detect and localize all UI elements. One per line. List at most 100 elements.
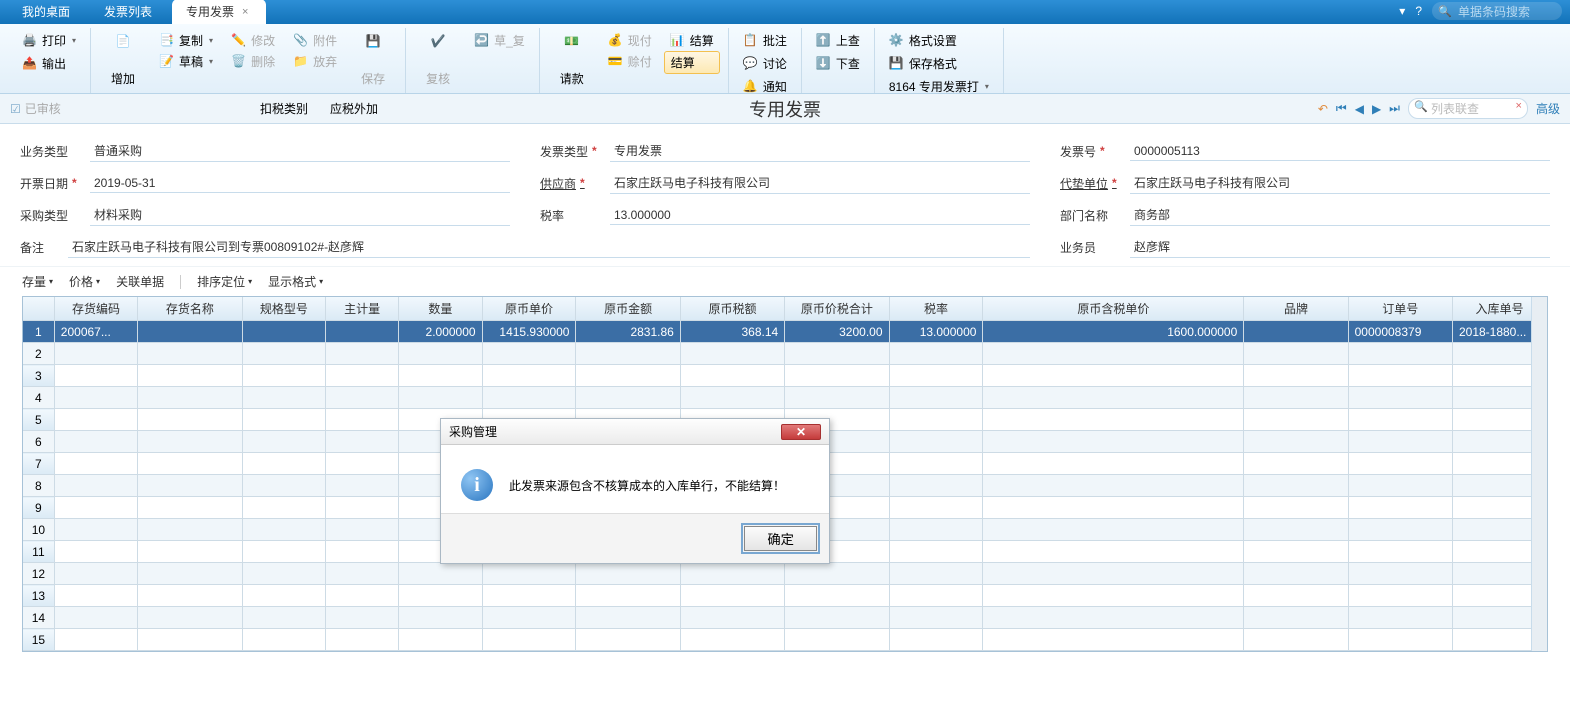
empty-cell[interactable] — [242, 475, 325, 497]
discuss-button[interactable]: 💬讨论 — [737, 53, 793, 74]
empty-cell[interactable] — [54, 497, 137, 519]
table-row[interactable]: 3 — [23, 365, 1547, 387]
header-order-no[interactable]: 订单号 — [1348, 297, 1452, 321]
sort-action[interactable]: 排序定位▾ — [197, 273, 252, 290]
empty-cell[interactable] — [576, 629, 680, 651]
header-total[interactable]: 原币价税合计 — [785, 297, 889, 321]
empty-cell[interactable] — [242, 409, 325, 431]
empty-cell[interactable] — [785, 607, 889, 629]
cell-tax-amount[interactable]: 368.14 — [680, 321, 784, 343]
empty-cell[interactable] — [138, 453, 242, 475]
empty-cell[interactable] — [242, 497, 325, 519]
empty-cell[interactable] — [138, 629, 242, 651]
empty-cell[interactable] — [889, 343, 983, 365]
empty-cell[interactable] — [983, 563, 1244, 585]
cell-name[interactable] — [138, 321, 242, 343]
empty-cell[interactable] — [326, 387, 399, 409]
empty-cell[interactable] — [983, 497, 1244, 519]
table-row[interactable]: 12 — [23, 563, 1547, 585]
dept-value[interactable]: 商务部 — [1130, 204, 1550, 226]
purchase-type-value[interactable]: 材料采购 — [90, 204, 510, 226]
empty-cell[interactable] — [242, 607, 325, 629]
clear-icon[interactable]: × — [1516, 100, 1522, 112]
header-unit[interactable]: 主计量 — [326, 297, 399, 321]
empty-cell[interactable] — [54, 563, 137, 585]
empty-cell[interactable] — [242, 585, 325, 607]
empty-cell[interactable] — [785, 343, 889, 365]
empty-cell[interactable] — [399, 563, 482, 585]
empty-cell[interactable] — [1348, 453, 1452, 475]
header-tax-unit-price[interactable]: 原币含税单价 — [983, 297, 1244, 321]
empty-cell[interactable] — [138, 607, 242, 629]
cell-total[interactable]: 3200.00 — [785, 321, 889, 343]
cell-spec[interactable] — [242, 321, 325, 343]
vertical-scrollbar[interactable] — [1531, 297, 1547, 651]
empty-cell[interactable] — [399, 343, 482, 365]
empty-cell[interactable] — [889, 629, 983, 651]
empty-cell[interactable] — [1244, 607, 1348, 629]
empty-cell[interactable] — [680, 607, 784, 629]
empty-cell[interactable] — [138, 541, 242, 563]
check-down-button[interactable]: ⬇️下查 — [810, 53, 866, 74]
empty-cell[interactable] — [889, 607, 983, 629]
empty-cell[interactable] — [399, 607, 482, 629]
table-row[interactable]: 14 — [23, 607, 1547, 629]
empty-cell[interactable] — [785, 629, 889, 651]
empty-cell[interactable] — [680, 343, 784, 365]
recheck-button[interactable]: ✔️复核 — [414, 30, 462, 91]
empty-cell[interactable] — [1244, 475, 1348, 497]
empty-cell[interactable] — [482, 607, 576, 629]
empty-cell[interactable] — [576, 387, 680, 409]
settle-top-button[interactable]: 📊结算 — [664, 30, 720, 51]
empty-cell[interactable] — [1244, 387, 1348, 409]
empty-cell[interactable] — [889, 365, 983, 387]
empty-cell[interactable] — [482, 629, 576, 651]
operator-value[interactable]: 赵彦辉 — [1130, 236, 1550, 258]
help-icon[interactable]: ? — [1415, 4, 1422, 18]
empty-cell[interactable] — [1244, 365, 1348, 387]
empty-cell[interactable] — [983, 409, 1244, 431]
empty-cell[interactable] — [242, 365, 325, 387]
cell-tax-unit-price[interactable]: 1600.000000 — [983, 321, 1244, 343]
dialog-close-button[interactable]: ✕ — [781, 424, 821, 440]
empty-cell[interactable] — [1244, 563, 1348, 585]
table-row[interactable]: 2 — [23, 343, 1547, 365]
empty-cell[interactable] — [54, 475, 137, 497]
empty-cell[interactable] — [138, 409, 242, 431]
empty-cell[interactable] — [1348, 365, 1452, 387]
empty-cell[interactable] — [889, 497, 983, 519]
invoice-type-value[interactable]: 专用发票 — [610, 140, 1030, 162]
related-docs-action[interactable]: 关联单据 — [116, 273, 164, 290]
empty-cell[interactable] — [1348, 629, 1452, 651]
header-brand[interactable]: 品牌 — [1244, 297, 1348, 321]
header-code[interactable]: 存货编码 — [54, 297, 137, 321]
tax-rate-value[interactable]: 13.000000 — [610, 206, 1030, 225]
close-icon[interactable]: × — [242, 6, 248, 18]
barcode-search-input[interactable]: 单据条码搜索 — [1432, 2, 1562, 20]
empty-cell[interactable] — [1348, 563, 1452, 585]
empty-cell[interactable] — [54, 409, 137, 431]
empty-cell[interactable] — [889, 585, 983, 607]
empty-cell[interactable] — [242, 629, 325, 651]
empty-cell[interactable] — [326, 431, 399, 453]
stock-action[interactable]: 存量▾ — [22, 273, 53, 290]
table-row[interactable]: 1200067...2.0000001415.9300002831.86368.… — [23, 321, 1547, 343]
header-unit-price[interactable]: 原币单价 — [482, 297, 576, 321]
cell-unit[interactable] — [326, 321, 399, 343]
copy-button[interactable]: 📑复制▾ — [153, 30, 219, 51]
empty-cell[interactable] — [326, 519, 399, 541]
cell-tax-rate[interactable]: 13.000000 — [889, 321, 983, 343]
header-spec[interactable]: 规格型号 — [242, 297, 325, 321]
empty-cell[interactable] — [1244, 585, 1348, 607]
cell-order-no[interactable]: 0000008379 — [1348, 321, 1452, 343]
empty-cell[interactable] — [680, 563, 784, 585]
empty-cell[interactable] — [889, 563, 983, 585]
remarks-value[interactable]: 石家庄跃马电子科技有限公司到专票00809102#-赵彦辉 — [68, 236, 1030, 258]
empty-cell[interactable] — [680, 365, 784, 387]
tab-invoice-list[interactable]: 发票列表 — [90, 0, 170, 24]
empty-cell[interactable] — [242, 431, 325, 453]
empty-cell[interactable] — [1348, 607, 1452, 629]
empty-cell[interactable] — [54, 607, 137, 629]
empty-cell[interactable] — [680, 585, 784, 607]
empty-cell[interactable] — [1348, 409, 1452, 431]
